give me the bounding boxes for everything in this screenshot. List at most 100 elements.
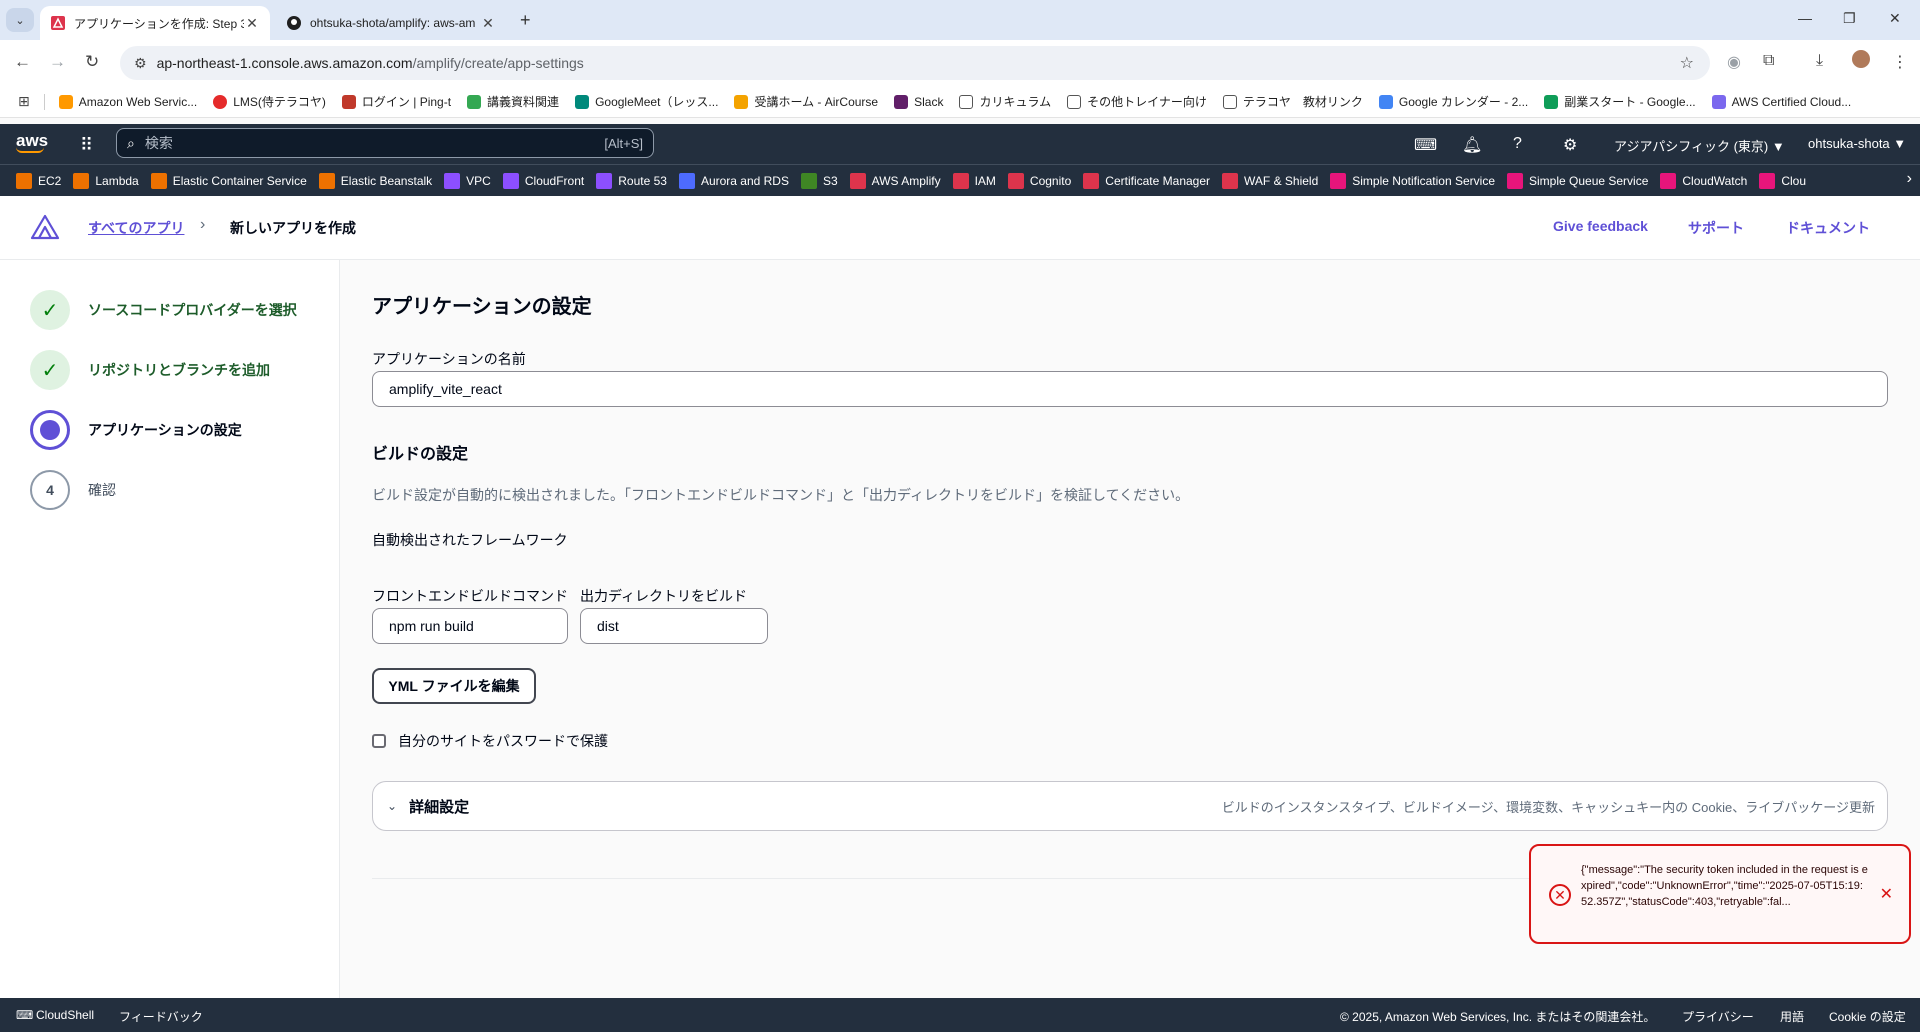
service-label: Elastic Container Service <box>172 173 307 188</box>
bookmark-item[interactable]: ログイン | Ping-t <box>341 93 451 110</box>
new-tab-icon[interactable]: + <box>520 10 531 31</box>
service-shortcut[interactable]: WAF & Shield <box>1222 172 1319 189</box>
service-shortcut[interactable]: Simple Notification Service <box>1330 172 1495 189</box>
restore-icon[interactable]: ❐ <box>1843 10 1856 27</box>
cloudshell-footer-icon[interactable]: ⌨ <box>16 1008 33 1022</box>
password-protect-checkbox[interactable]: 自分のサイトをパスワードで保護 <box>372 731 608 751</box>
close-window-icon[interactable]: ✕ <box>1889 10 1901 27</box>
build-command-label: フロントエンドビルドコマンド <box>372 588 568 604</box>
service-label: S3 <box>822 173 838 188</box>
step-1[interactable]: ✓ ソースコードプロバイダーを選択 <box>30 290 297 330</box>
service-shortcut[interactable]: S3 <box>800 172 838 189</box>
bookmark-star-icon[interactable]: ☆ <box>1680 53 1694 73</box>
console-search-input[interactable]: ⌕ 検索 [Alt+S] <box>116 128 654 158</box>
service-icon <box>952 172 969 189</box>
profile-avatar[interactable] <box>1852 50 1870 73</box>
service-shortcut[interactable]: Lambda <box>73 172 139 189</box>
browser-menu-icon[interactable]: ⋮ <box>1892 52 1908 72</box>
service-shortcut[interactable]: CloudFront <box>502 172 584 189</box>
breadcrumb-all-apps[interactable]: すべてのアプリ <box>88 218 184 238</box>
service-shortcut[interactable]: EC2 <box>16 172 61 189</box>
service-shortcut[interactable]: Simple Queue Service <box>1507 172 1649 189</box>
bookmark-folder[interactable]: テラコヤ 教材リンク <box>1222 93 1363 110</box>
service-shortcut[interactable]: AWS Amplify <box>849 172 941 189</box>
checkbox-icon[interactable] <box>372 734 386 748</box>
edit-yml-button[interactable]: YML ファイルを編集 <box>372 668 536 704</box>
site-info-icon[interactable]: ⚙ <box>134 55 147 72</box>
service-label: WAF & Shield <box>1244 173 1319 188</box>
advanced-settings-expander[interactable]: ⌄ 詳細設定 ビルドのインスタンスタイプ、ビルドイメージ、環境変数、キャッシュキ… <box>372 781 1888 831</box>
cloudshell-icon[interactable]: ⌨ <box>1414 135 1437 155</box>
app-name-input[interactable]: amplify_vite_react <box>372 371 1888 407</box>
service-shortcut[interactable]: Elastic Beanstalk <box>318 172 432 189</box>
close-tab-icon[interactable]: ✕ <box>480 15 496 32</box>
support-link[interactable]: サポート <box>1688 218 1744 238</box>
wizard-steps: ✓ ソースコードプロバイダーを選択 ✓ リポジトリとブランチを追加 アプリケーシ… <box>0 260 340 998</box>
browser-tab-github[interactable]: ohtsuka-shota/amplify: aws-am ✕ <box>276 6 506 40</box>
service-label: Route 53 <box>618 173 667 188</box>
service-shortcut[interactable]: CloudWatch <box>1660 172 1747 189</box>
download-icon[interactable]: ⤓ <box>1816 52 1823 70</box>
service-icon <box>800 172 817 189</box>
bookmark-folder[interactable]: カリキュラム <box>959 93 1051 110</box>
check-icon: ✓ <box>30 290 70 330</box>
chevron-right-icon[interactable]: › <box>1907 170 1912 188</box>
settings-gear-icon[interactable]: ⚙ <box>1563 135 1577 155</box>
service-icon <box>678 172 695 189</box>
service-shortcut[interactable]: Aurora and RDS <box>678 172 789 189</box>
service-shortcut[interactable]: VPC <box>444 172 491 189</box>
region-selector[interactable]: アジアパシフィック (東京) ▼ <box>1614 136 1785 155</box>
service-icon <box>444 172 461 189</box>
browser-tab-amplify[interactable]: アプリケーションを作成: Step 3 - アプ ✕ <box>40 6 270 40</box>
amplify-logo-icon[interactable] <box>30 214 60 245</box>
help-icon[interactable]: ? <box>1513 135 1522 153</box>
terms-link[interactable]: 用語 <box>1780 1008 1804 1025</box>
tab-search-button[interactable]: ⌄ <box>6 8 34 32</box>
give-feedback-link[interactable]: Give feedback <box>1553 218 1648 234</box>
bookmark-item[interactable]: Google カレンダー - 2... <box>1378 93 1528 110</box>
service-shortcut[interactable]: Certificate Manager <box>1083 172 1210 189</box>
copyright-text: © 2025, Amazon Web Services, Inc. またはその関… <box>1340 1010 1656 1024</box>
output-dir-input[interactable]: dist <box>580 608 768 644</box>
service-label: Simple Queue Service <box>1529 173 1649 188</box>
github-favicon-icon <box>286 15 302 31</box>
cookie-settings-link[interactable]: Cookie の設定 <box>1829 1008 1906 1025</box>
close-icon[interactable]: ✕ <box>1880 884 1893 904</box>
services-menu-icon[interactable]: ⠿ <box>80 135 93 156</box>
apps-grid-icon[interactable]: ⊞ <box>18 93 30 110</box>
forward-icon[interactable]: → <box>49 52 66 72</box>
bookmark-folder[interactable]: その他トレイナー向け <box>1067 93 1207 110</box>
service-shortcut[interactable]: Elastic Container Service <box>150 172 307 189</box>
step-2[interactable]: ✓ リポジトリとブランチを追加 <box>30 350 270 390</box>
bookmark-item[interactable]: AWS Certified Cloud... <box>1711 94 1851 109</box>
service-shortcut[interactable]: Route 53 <box>596 172 667 189</box>
feedback-button[interactable]: フィードバック <box>119 1008 203 1025</box>
bookmark-item[interactable]: LMS(侍テラコヤ) <box>213 93 326 110</box>
bookmark-item[interactable]: 受講ホーム - AirCourse <box>734 93 878 110</box>
bookmark-item[interactable]: 副業スタート - Google... <box>1544 93 1696 110</box>
account-menu[interactable]: ohtsuka-shota ▼ <box>1808 136 1906 151</box>
aws-logo[interactable]: aws <box>16 131 48 153</box>
cloudshell-button[interactable]: CloudShell <box>36 1008 94 1022</box>
close-tab-icon[interactable]: ✕ <box>244 15 260 32</box>
error-icon: ✕ <box>1549 884 1571 906</box>
detected-framework-label: 自動検出されたフレームワーク <box>372 532 568 548</box>
reload-icon[interactable]: ↻ <box>85 52 99 72</box>
service-icon <box>1222 172 1239 189</box>
bookmark-item[interactable]: GoogleMeet（レッス... <box>575 93 718 110</box>
service-shortcut[interactable]: Clou <box>1759 172 1806 189</box>
notifications-bell-icon[interactable]: 🔔︎ <box>1462 135 1482 155</box>
bookmark-item[interactable]: 講義資料関連 <box>467 93 559 110</box>
minimize-icon[interactable]: — <box>1798 10 1812 26</box>
bookmark-item[interactable]: Amazon Web Servic... <box>58 94 197 109</box>
privacy-link[interactable]: プライバシー <box>1682 1008 1754 1025</box>
extensions-icon[interactable]: ⧉ <box>1763 52 1774 70</box>
address-bar[interactable]: ⚙ ap-northeast-1.console.aws.amazon.com /… <box>120 46 1710 80</box>
service-shortcut[interactable]: Cognito <box>1007 172 1071 189</box>
bookmark-item[interactable]: Slack <box>894 94 943 109</box>
build-command-input[interactable]: npm run build <box>372 608 568 644</box>
back-icon[interactable]: ← <box>14 52 31 72</box>
camera-icon[interactable]: ◉ <box>1727 52 1741 72</box>
service-shortcut[interactable]: IAM <box>952 172 996 189</box>
documentation-link[interactable]: ドキュメント <box>1786 218 1870 238</box>
